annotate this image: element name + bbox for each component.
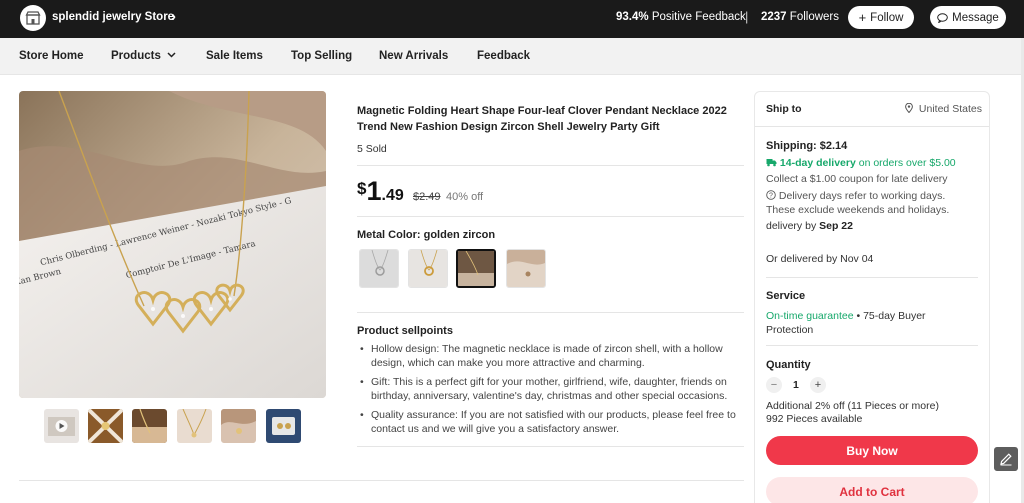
followers-label: Followers (789, 11, 840, 23)
followers-value: 2237 (761, 11, 787, 23)
pieces-available: 992 Pieces available (766, 413, 863, 425)
divider (357, 312, 744, 313)
help-circle-icon: ? (766, 190, 776, 200)
on-time-guarantee-link[interactable]: On-time guarantee (766, 310, 854, 322)
original-price: $2.49 (413, 191, 441, 203)
positive-feedback: 93.4% Positive Feedback (616, 11, 746, 23)
service-title: Service (766, 290, 806, 302)
delivery-promo: 14-day delivery on orders over $5.00 (766, 157, 956, 169)
color-swatch-gold[interactable] (408, 249, 448, 288)
current-price: $1.49 (357, 176, 404, 207)
chat-bubble-icon (937, 12, 948, 23)
ship-to-country: United States (918, 103, 982, 115)
truck-icon (766, 159, 777, 167)
color-swatch-golden-zircon[interactable] (456, 249, 496, 288)
product-thumbnail[interactable] (177, 409, 212, 443)
service-rest-2: Protection (766, 324, 814, 336)
service-rest-1: • 75-day Buyer (853, 310, 926, 322)
late-delivery-coupon: Collect a $1.00 coupon for late delivery (766, 173, 948, 185)
nav-store-home[interactable]: Store Home (19, 50, 84, 62)
divider (766, 345, 978, 346)
product-thumbnail[interactable] (88, 409, 123, 443)
followers-count: 2237 Followers (761, 11, 839, 23)
sellpoint-item: Hollow design: The magnetic necklace is … (360, 343, 745, 370)
divider (357, 216, 744, 217)
ship-to-label: Ship to (766, 103, 802, 115)
sellpoints-list: Hollow design: The magnetic necklace is … (360, 343, 745, 442)
delivery-by-date: Sep 22 (819, 220, 853, 232)
divider (357, 165, 744, 166)
ship-to-selector[interactable]: United States (905, 102, 982, 115)
working-days-note: ? Delivery days refer to working days. (766, 190, 945, 202)
product-thumbnail[interactable] (221, 409, 256, 443)
quantity-decrease-button[interactable]: − (766, 377, 782, 393)
store-name-link[interactable]: splendid jewelry Store (52, 11, 174, 23)
price-decimal: .49 (381, 187, 404, 204)
chevron-right-icon[interactable]: › (171, 8, 176, 26)
nav-products-label: Products (111, 50, 161, 62)
working-days-line-2: These exclude weekends and holidays. (766, 204, 950, 216)
chevron-down-icon (167, 52, 176, 58)
product-thumbnail[interactable] (44, 409, 79, 443)
product-thumbnail[interactable] (266, 409, 301, 443)
message-label: Message (952, 11, 999, 24)
color-swatch-silver-zircon[interactable] (359, 249, 399, 288)
buy-now-button[interactable]: Buy Now (766, 436, 978, 465)
delivery-by-prefix: delivery by (766, 220, 817, 232)
positive-feedback-label: Positive Feedback (651, 11, 746, 23)
nav-sale-items[interactable]: Sale Items (206, 50, 263, 62)
metal-color-label: Metal Color: golden zircon (357, 229, 496, 241)
edit-icon[interactable] (994, 447, 1018, 471)
sellpoint-item: Quality assurance: If you are not satisf… (360, 409, 745, 436)
delivery-highlight: 14-day delivery (779, 157, 856, 169)
follow-button[interactable]: + Follow (848, 6, 914, 29)
store-nav-bar: Store Home Products Sale Items Top Selli… (0, 38, 1024, 75)
sold-count: 5 Sold (357, 143, 387, 155)
price-integer: 1 (366, 176, 382, 206)
quantity-value[interactable]: 1 (793, 379, 799, 391)
divider (766, 277, 978, 278)
location-pin-icon (905, 102, 913, 114)
delivery-rest: on orders over $5.00 (858, 157, 956, 169)
nav-products[interactable]: Products (111, 50, 176, 62)
shipping-cost: Shipping: $2.14 (766, 140, 848, 152)
bulk-discount-note: Additional 2% off (11 Pieces or more) (766, 400, 939, 412)
product-thumbnail[interactable] (132, 409, 167, 443)
sellpoints-title: Product sellpoints (357, 325, 453, 337)
sellpoint-item: Gift: This is a perfect gift for your mo… (360, 376, 745, 403)
nav-feedback[interactable]: Feedback (477, 50, 530, 62)
store-header-bar: splendid jewelry Store › 93.4% Positive … (0, 0, 1024, 38)
svg-text:?: ? (769, 193, 773, 200)
service-info: On-time guarantee • 75-day Buyer Protect… (766, 309, 966, 337)
nav-new-arrivals[interactable]: New Arrivals (379, 50, 448, 62)
divider (19, 480, 744, 481)
working-days-line-1: Delivery days refer to working days. (778, 190, 946, 202)
follow-label: Follow (870, 11, 904, 24)
quantity-title: Quantity (766, 359, 811, 371)
header-separator: | (745, 9, 749, 24)
store-logo-icon[interactable] (20, 5, 46, 31)
add-to-cart-button[interactable]: Add to Cart (766, 477, 978, 503)
delivery-by: delivery by Sep 22 (766, 220, 853, 232)
discount-badge: 40% off (446, 191, 484, 203)
plus-icon: + (858, 9, 867, 25)
product-main-image[interactable]: Chris Olberding - Lawrence Weiner - Noza… (19, 91, 326, 398)
color-swatch-rose[interactable] (506, 249, 546, 288)
alt-delivery-option[interactable]: Or delivered by Nov 04 (766, 253, 873, 265)
divider (755, 126, 989, 127)
product-title: Magnetic Folding Heart Shape Four-leaf C… (357, 105, 727, 133)
nav-top-selling[interactable]: Top Selling (291, 50, 352, 62)
quantity-increase-button[interactable]: + (810, 377, 826, 393)
message-button[interactable]: Message (930, 6, 1006, 29)
positive-feedback-value: 93.4% (616, 11, 649, 23)
divider (357, 446, 744, 447)
